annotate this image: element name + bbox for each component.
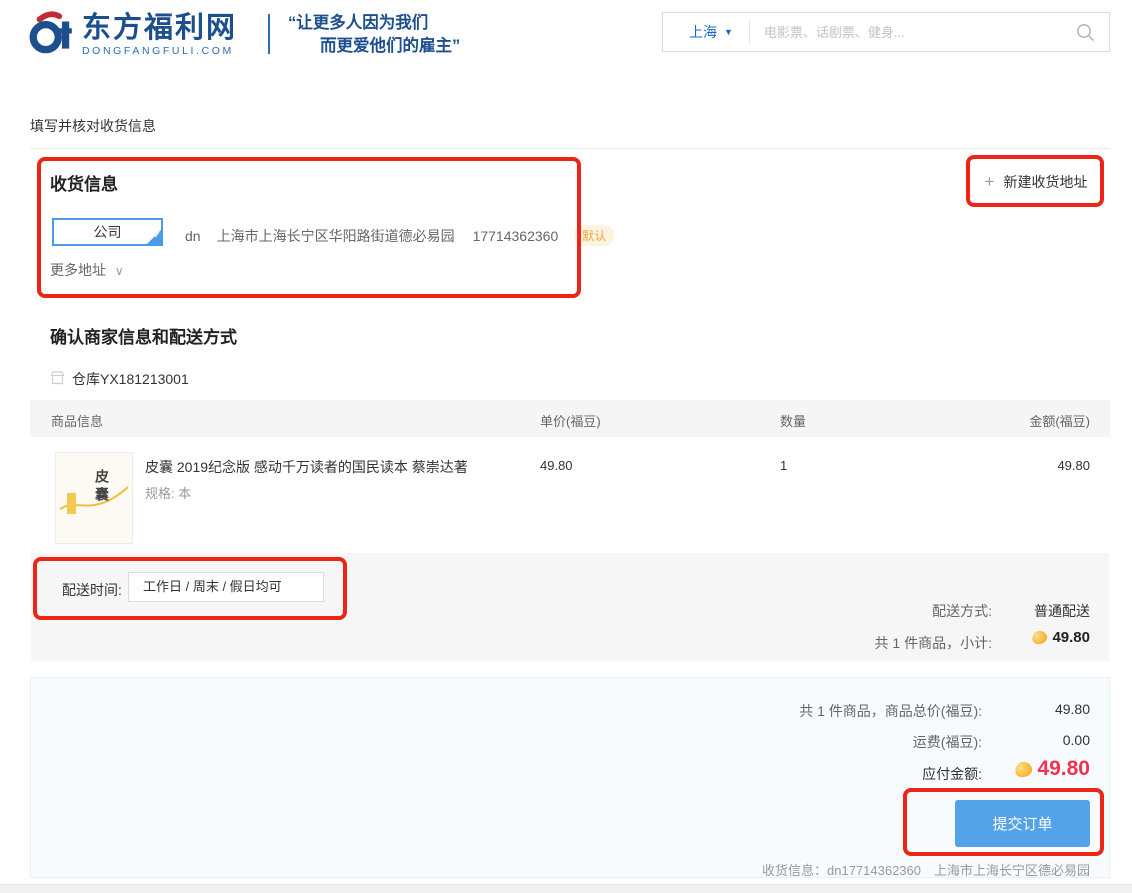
subtotal-value: 49.80 (1052, 629, 1090, 646)
delivery-time-label: 配送时间: (62, 580, 122, 600)
col-amount: 金额(福豆) (1029, 411, 1090, 430)
cover-title: 皮囊 (92, 469, 112, 505)
cover-accent (67, 493, 76, 514)
shipping-footer-info: 收货信息：dn17714362360 上海市上海长宁区德必易园 (762, 860, 1090, 879)
logo[interactable]: 东方福利网 DONGFANGFULI.COM (82, 13, 237, 57)
footer-strip (0, 884, 1132, 893)
recipient-phone: 17714362360 (473, 228, 559, 244)
city-selector[interactable]: 上海 ▼ (663, 22, 749, 42)
payable-value-row: 49.80 (1015, 757, 1090, 781)
subtotal-label: 共 1 件商品，小计: (875, 633, 992, 653)
caret-down-icon: ▼ (724, 27, 733, 37)
default-badge: 默认 (574, 225, 614, 246)
logo-domain: DONGFANGFULI.COM (82, 45, 237, 57)
search-icon[interactable] (1076, 23, 1095, 42)
recipient-name: dn (185, 228, 201, 244)
search-bar: 上海 ▼ (662, 12, 1110, 52)
merchant-section-title: 确认商家信息和配送方式 (50, 323, 237, 348)
fudou-bean-icon (1014, 759, 1035, 779)
total-value: 49.80 (1055, 701, 1090, 717)
logo-icon[interactable] (28, 10, 76, 63)
product-quantity: 1 (780, 458, 787, 473)
product-amount: 49.80 (1057, 458, 1090, 473)
col-quantity: 数量 (780, 411, 806, 430)
address-tag-card[interactable]: 公司 ✓ (52, 218, 163, 246)
delivery-method-value: 普通配送 (1034, 601, 1090, 621)
plus-icon: + (985, 172, 995, 192)
table-header: 商品信息 单价(福豆) 数量 金额(福豆) (30, 400, 1110, 437)
more-addresses-label: 更多地址 (50, 262, 106, 278)
col-unit-price: 单价(福豆) (540, 411, 601, 430)
address-tag-label: 公司 (94, 224, 122, 240)
delivery-time-option[interactable]: 工作日 / 周末 / 假日均可 (128, 572, 324, 602)
new-address-label: 新建收货地址 (1003, 172, 1087, 192)
freight-label: 运费(福豆): (913, 732, 982, 752)
fudou-bean-icon (1031, 629, 1049, 646)
product-unit-price: 49.80 (540, 458, 573, 473)
address-row: dn 上海市上海长宁区华阳路街道德必易园 17714362360 默认 (185, 225, 614, 246)
search-input[interactable] (750, 25, 1076, 40)
slogan: “让更多人因为我们 而更爱他们的雇主” (288, 12, 460, 58)
step-title: 填写并核对收货信息 (30, 116, 156, 136)
total-label: 共 1 件商品，商品总价(福豆): (799, 701, 982, 721)
col-product: 商品信息 (51, 411, 103, 430)
new-address-button[interactable]: + 新建收货地址 (975, 164, 1097, 200)
submit-order-button[interactable]: 提交订单 (955, 800, 1090, 847)
address-detail: 上海市上海长宁区华阳路街道德必易园 (217, 226, 455, 246)
slogan-line1: “让更多人因为我们 (288, 12, 460, 35)
product-image[interactable]: 皮囊 (55, 452, 133, 544)
product-spec: 规格: 本 (145, 483, 191, 502)
header-divider (268, 14, 270, 54)
freight-value: 0.00 (1063, 732, 1090, 748)
check-icon: ✓ (153, 223, 161, 247)
logo-name: 东方福利网 (82, 13, 237, 43)
shipping-section-title: 收货信息 (50, 170, 118, 195)
chevron-down-icon: ∨ (115, 264, 124, 278)
subtotal-value-row: 49.80 (1032, 629, 1090, 646)
more-addresses-link[interactable]: 更多地址 ∨ (50, 260, 124, 280)
slogan-line2: 而更爱他们的雇主” (288, 35, 460, 58)
delivery-method-label: 配送方式: (932, 601, 992, 621)
checkout-page: 东方福利网 DONGFANGFULI.COM “让更多人因为我们 而更爱他们的雇… (0, 0, 1132, 893)
payable-value: 49.80 (1037, 757, 1090, 781)
payable-label: 应付金额: (922, 764, 982, 784)
warehouse-label: 仓库YX181213001 (72, 369, 189, 389)
content-card-border (30, 148, 1110, 149)
product-title[interactable]: 皮囊 2019纪念版 感动千万读者的国民读本 蔡崇达著 (145, 457, 468, 477)
store-icon (50, 371, 65, 388)
city-label: 上海 (689, 22, 717, 42)
warehouse-row: 仓库YX181213001 (50, 369, 189, 389)
